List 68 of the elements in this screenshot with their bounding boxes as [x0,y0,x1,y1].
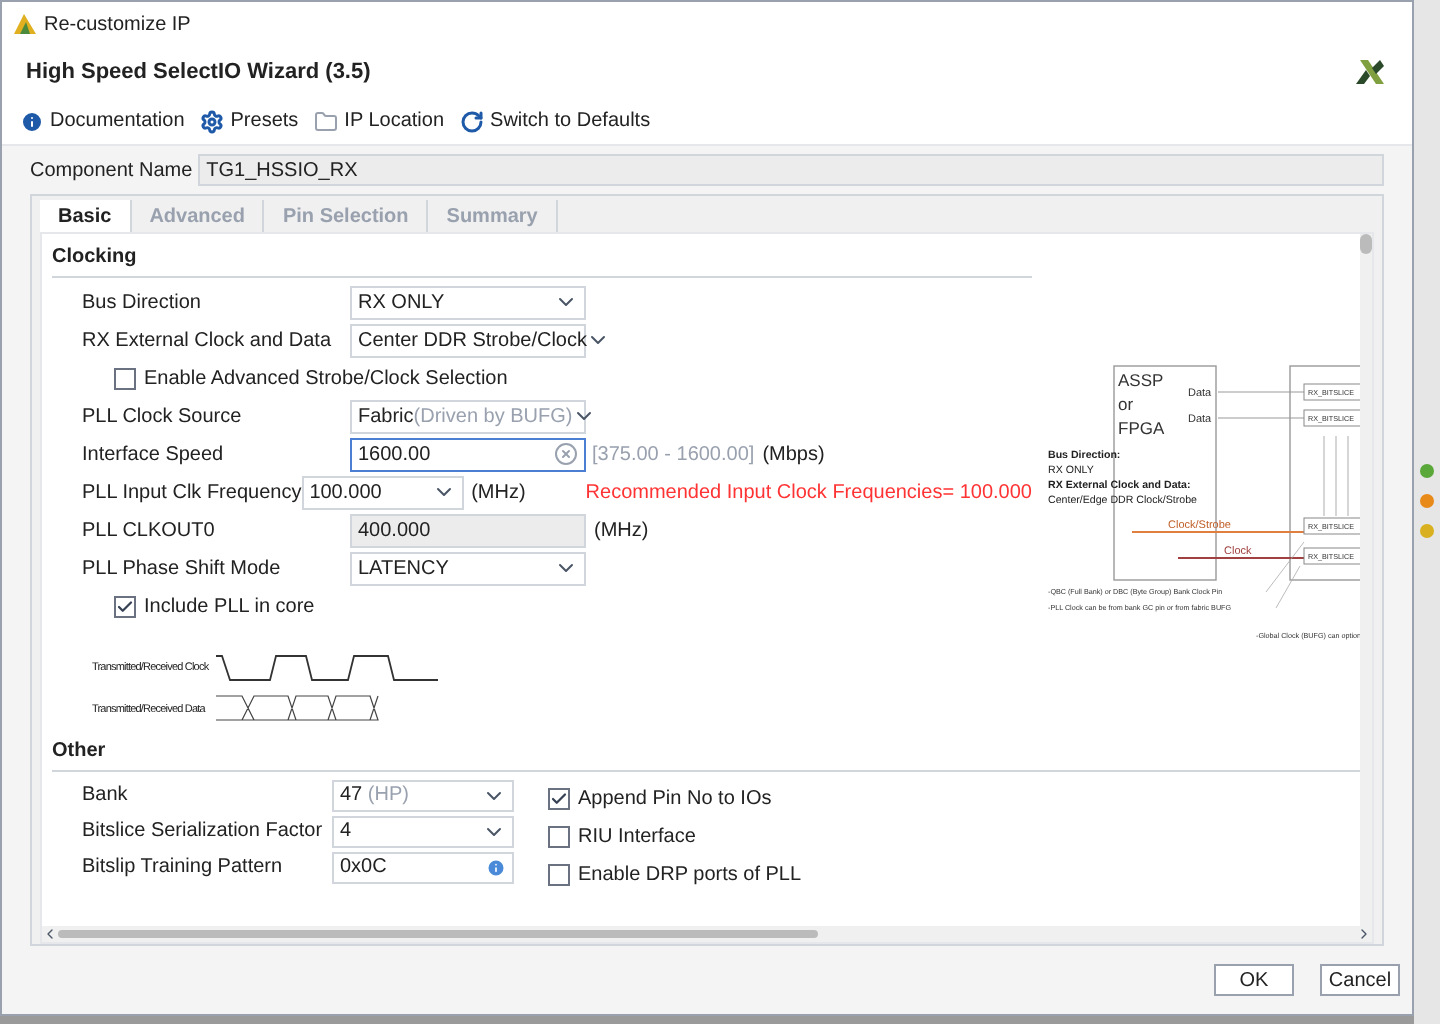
status-icon [1420,494,1434,508]
info-icon [20,109,44,133]
tab[interactable]: Basic [40,200,132,232]
folder-icon [314,109,339,133]
info-icon [486,857,506,877]
toolbar-button[interactable]: Documentation [20,106,185,136]
text-field[interactable]: 0x0C [332,851,514,883]
field-label: Bitslice Serialization Factor [82,818,325,846]
field-label: Bank [82,782,130,810]
checkbox[interactable] [114,595,136,617]
checkbox[interactable] [548,825,570,847]
settings-icon [200,109,225,133]
field-label: Component Name [30,157,193,185]
window-title: Re-customize IP [44,11,191,39]
horizontal-scrollbar[interactable] [42,926,1372,942]
app-logo-icon [14,14,36,34]
connector-line [1217,417,1309,419]
bus-lines-drawing [1323,435,1349,517]
field-label: Interface Speed [82,441,226,469]
dialog-button[interactable]: Cancel [1320,964,1400,996]
section-header: Clocking [52,242,1032,278]
wizard-title: High Speed SelectIO Wizard (3.5) [26,57,371,88]
dropdown[interactable]: Fabric(Driven by BUFG) [350,399,586,433]
field-label: Bitslip Training Pattern [82,854,285,882]
dropdown[interactable]: 4 [332,815,514,847]
device-label: ASSP [1118,370,1164,390]
clear-icon[interactable] [554,442,578,466]
readonly-field: 400.000 [350,513,586,547]
dropdown[interactable]: 100.000 [301,475,464,509]
checkbox-option[interactable]: Enable DRP ports of PLL [548,856,802,892]
dropdown[interactable]: 47 (HP) [332,779,514,811]
unit-label: (Mbps) [762,441,825,469]
checkbox-option[interactable]: Append Pin No to IOs [548,780,802,816]
device-label: FPGA [1118,418,1165,438]
range-hint: [375.00 - 1600.00] [592,441,755,469]
checkbox-option[interactable]: Enable Advanced Strobe/Clock Selection [82,360,1032,396]
dropdown[interactable]: LATENCY [350,551,586,585]
unit-label: (MHz) [471,479,526,507]
checkbox[interactable] [548,787,570,809]
field-label: PLL Input Clk Frequency [82,479,302,507]
dialog-button[interactable]: OK [1214,964,1294,996]
scroll-right-icon[interactable] [1356,926,1372,942]
vertical-scrollbar[interactable] [1360,234,1372,926]
checkbox[interactable] [114,367,136,389]
checkbox-option[interactable]: RIU Interface [548,818,802,854]
field-label: Bus Direction [82,289,203,317]
checkbox[interactable] [548,863,570,885]
recommendation-note: Recommended Input Clock Frequencies= 100.000 [585,479,1032,507]
section-header: Other [52,736,1360,772]
field-label: PLL Clock Source [82,403,244,431]
vendor-logo-icon [1352,56,1388,88]
toolbar-button[interactable]: Presets [200,106,299,136]
field-label: PLL Phase Shift Mode [82,555,283,583]
checkbox-option[interactable]: Include PLL in core [82,588,1032,624]
component-name-field[interactable]: TG1_HSSIO_RX [198,154,1384,186]
toolbar-button[interactable]: Switch to Defaults [460,106,651,136]
field-label: RX External Clock and Data [82,327,334,355]
device-label: or [1118,394,1134,414]
dropdown[interactable]: RX ONLY [350,285,586,319]
field-label: PLL CLKOUT0 [82,517,217,545]
status-icon [1420,524,1434,538]
scroll-left-icon[interactable] [42,926,58,942]
unit-label: (MHz) [594,517,649,545]
toolbar-button[interactable]: IP Location [314,106,445,136]
text-field[interactable]: 1600.00 [350,437,586,471]
refresh-icon [460,109,485,133]
connector-line [1217,391,1309,393]
status-icon [1420,464,1434,478]
